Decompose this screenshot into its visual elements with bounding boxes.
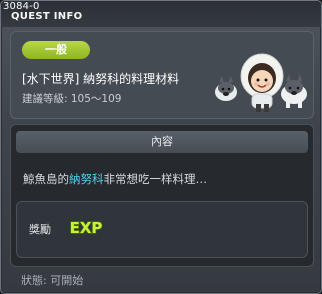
description-prefix: 鯨魚島的 xyxy=(23,172,69,186)
quest-content-panel: 內容 鯨魚島的納努科非常想吃一样料理… 獎勵 EXP xyxy=(10,124,314,267)
npc-eskimo-with-huskies-icon xyxy=(215,53,307,112)
window-title: QUEST INFO xyxy=(11,11,83,22)
exp-icon-text: EXP xyxy=(70,219,103,237)
quest-info-window: 3084-0 QUEST INFO 一般 [水下世界] 納努科的料理材料 建議等… xyxy=(0,0,322,294)
reward-label: 獎勵 xyxy=(29,223,51,236)
quest-summary-panel: 一般 [水下世界] 納努科的料理材料 建議等級: 105～109 xyxy=(10,31,314,119)
npc-name-highlight: 納努科 xyxy=(69,172,104,186)
recommended-level: 建議等級: 105～109 xyxy=(22,93,122,105)
exp-icon: EXP xyxy=(69,218,103,237)
window-header[interactable]: 3084-0 QUEST INFO xyxy=(1,1,321,27)
husky-right-icon xyxy=(281,74,307,108)
category-badge: 一般 xyxy=(22,41,90,59)
quest-status: 狀態: 可開始 xyxy=(21,274,84,287)
quest-name: [水下世界] 納努科的料理材料 xyxy=(22,72,180,86)
eskimo-character-icon xyxy=(240,53,284,112)
content-header: 內容 xyxy=(16,131,308,153)
husky-left-icon xyxy=(215,76,237,101)
description-suffix: 非常想吃一样料理… xyxy=(103,172,208,186)
quest-description: 鯨魚島的納努科非常想吃一样料理… xyxy=(23,171,207,187)
reward-box: 獎勵 EXP xyxy=(16,201,308,258)
